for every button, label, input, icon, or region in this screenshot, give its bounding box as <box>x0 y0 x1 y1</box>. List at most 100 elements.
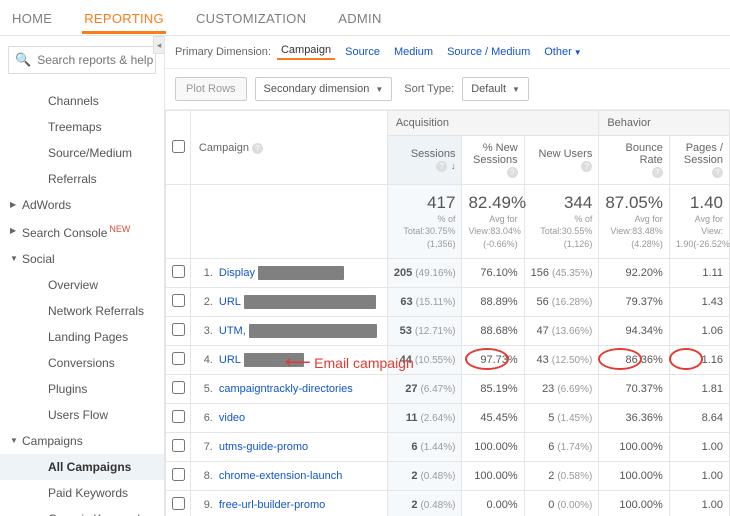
chevron-down-icon: ▼ <box>512 85 520 94</box>
col-new-users[interactable]: New Users? <box>524 136 599 185</box>
select-all-checkbox[interactable] <box>172 140 185 153</box>
pd-medium[interactable]: Medium <box>390 46 437 58</box>
campaign-link[interactable]: free-url-builder-promo <box>219 499 325 511</box>
row-checkbox[interactable] <box>172 323 185 336</box>
nav-paid-keywords[interactable]: Paid Keywords <box>0 480 164 506</box>
tab-home[interactable]: HOME <box>10 1 54 34</box>
nav-search-console-label: Search Console <box>22 226 107 240</box>
col-sessions-label: Sessions <box>394 148 456 160</box>
col-campaign[interactable]: Campaign? <box>190 111 387 185</box>
help-icon[interactable]: ? <box>436 161 447 172</box>
nav-conversions[interactable]: Conversions <box>0 350 164 376</box>
pd-source[interactable]: Source <box>341 46 384 58</box>
table-row: 3.UTM, 53(12.71%) 88.68% 47(13.66%) 94.3… <box>166 316 730 345</box>
cell-bounce: 100.00% <box>599 432 669 461</box>
table-row: 5.campaigntrackly-directories 27(6.47%) … <box>166 374 730 403</box>
cell-pages: 8.64 <box>669 403 729 432</box>
help-icon[interactable]: ? <box>507 167 518 178</box>
nav-search-console[interactable]: ▶Search ConsoleNEW <box>0 218 164 246</box>
sort-type-select[interactable]: Default ▼ <box>462 77 529 101</box>
help-icon[interactable]: ? <box>252 143 263 154</box>
cell-pages: 1.11 <box>669 258 729 287</box>
nav-users-flow[interactable]: Users Flow <box>0 402 164 428</box>
row-checkbox[interactable] <box>172 381 185 394</box>
row-checkbox[interactable] <box>172 294 185 307</box>
nav-all-campaigns[interactable]: All Campaigns <box>0 454 164 480</box>
tab-admin[interactable]: ADMIN <box>336 1 383 34</box>
row-checkbox[interactable] <box>172 439 185 452</box>
tab-reporting[interactable]: REPORTING <box>82 1 166 34</box>
row-checkbox[interactable] <box>172 265 185 278</box>
cell-new-sessions: 0.00% <box>462 490 524 516</box>
table-scroll[interactable]: Campaign? Acquisition Behavior Sessions?… <box>165 110 730 516</box>
row-number: 2. <box>197 296 213 308</box>
campaign-link[interactable]: URL <box>219 296 241 308</box>
content-pane: Primary Dimension: Campaign Source Mediu… <box>165 36 730 516</box>
pd-campaign[interactable]: Campaign <box>277 44 335 60</box>
cell-new-users-pct: (16.28%) <box>552 297 593 308</box>
nav-source-medium[interactable]: Source/Medium <box>0 140 164 166</box>
pd-other[interactable]: Other▼ <box>540 46 585 58</box>
summary-newsess: 82.49% <box>468 193 526 212</box>
sidebar-collapse-icon[interactable]: ◂ <box>153 36 165 54</box>
row-checkbox[interactable] <box>172 497 185 510</box>
plot-rows-button[interactable]: Plot Rows <box>175 77 247 101</box>
cell-sessions-pct: (0.48%) <box>420 500 455 511</box>
campaign-link[interactable]: utms-guide-promo <box>219 441 308 453</box>
cell-new-users: 43 <box>537 354 549 366</box>
campaign-link[interactable]: UTM, <box>219 325 246 337</box>
nav-landing-pages[interactable]: Landing Pages <box>0 324 164 350</box>
chevron-right-icon: ▶ <box>10 200 16 209</box>
cell-sessions: 205 <box>394 267 412 279</box>
col-sessions[interactable]: Sessions?↓ <box>387 136 462 185</box>
controls-row: Plot Rows Secondary dimension▼ Sort Type… <box>165 69 730 110</box>
table-row: 8.chrome-extension-launch 2(0.48%) 100.0… <box>166 461 730 490</box>
pd-source-medium[interactable]: Source / Medium <box>443 46 534 58</box>
cell-sessions: 53 <box>400 325 412 337</box>
col-new-sessions[interactable]: % New Sessions? <box>462 136 524 185</box>
nav-campaigns[interactable]: ▼Campaigns <box>0 428 164 454</box>
search-box[interactable]: 🔍 <box>8 46 156 74</box>
cell-pages: 1.00 <box>669 461 729 490</box>
col-bounce-rate[interactable]: Bounce Rate? <box>599 136 669 185</box>
row-checkbox[interactable] <box>172 468 185 481</box>
cell-sessions: 6 <box>411 441 417 453</box>
cell-sessions-pct: (49.16%) <box>415 268 456 279</box>
sort-type-label: Sort Type: <box>404 83 454 95</box>
nav-overview[interactable]: Overview <box>0 272 164 298</box>
cell-new-users-pct: (1.45%) <box>557 413 592 424</box>
search-input[interactable] <box>37 53 165 67</box>
col-pages-session-label: Pages / Session <box>676 142 723 166</box>
campaign-link[interactable]: video <box>219 412 245 424</box>
row-checkbox[interactable] <box>172 352 185 365</box>
cell-new-users: 2 <box>548 470 554 482</box>
cell-sessions: 63 <box>400 296 412 308</box>
campaign-link[interactable]: Display <box>219 267 255 279</box>
sort-type-value: Default <box>471 83 506 95</box>
campaign-link[interactable]: URL <box>219 354 241 366</box>
campaign-link[interactable]: chrome-extension-launch <box>219 470 343 482</box>
help-icon[interactable]: ? <box>581 161 592 172</box>
nav-referrals[interactable]: Referrals <box>0 166 164 192</box>
cell-bounce: 70.37% <box>599 374 669 403</box>
primary-dimension-label: Primary Dimension: <box>175 46 271 58</box>
cell-new-users-pct: (6.69%) <box>557 384 592 395</box>
nav-adwords[interactable]: ▶AdWords <box>0 192 164 218</box>
help-icon[interactable]: ? <box>712 167 723 178</box>
nav-plugins[interactable]: Plugins <box>0 376 164 402</box>
help-icon[interactable]: ? <box>652 167 663 178</box>
row-number: 1. <box>197 267 213 279</box>
nav-organic-keywords[interactable]: Organic Keywords <box>0 506 164 516</box>
campaign-link[interactable]: campaigntrackly-directories <box>219 383 353 395</box>
row-number: 7. <box>197 441 213 453</box>
row-checkbox[interactable] <box>172 410 185 423</box>
col-pages-session[interactable]: Pages / Session? <box>669 136 729 185</box>
cell-pages: 1.00 <box>669 490 729 516</box>
secondary-dimension-select[interactable]: Secondary dimension▼ <box>255 77 393 101</box>
cell-new-sessions: 97.73% <box>462 345 524 374</box>
nav-channels[interactable]: Channels <box>0 88 164 114</box>
nav-network-referrals[interactable]: Network Referrals <box>0 298 164 324</box>
nav-treemaps[interactable]: Treemaps <box>0 114 164 140</box>
nav-social[interactable]: ▼Social <box>0 246 164 272</box>
tab-customization[interactable]: CUSTOMIZATION <box>194 1 308 34</box>
